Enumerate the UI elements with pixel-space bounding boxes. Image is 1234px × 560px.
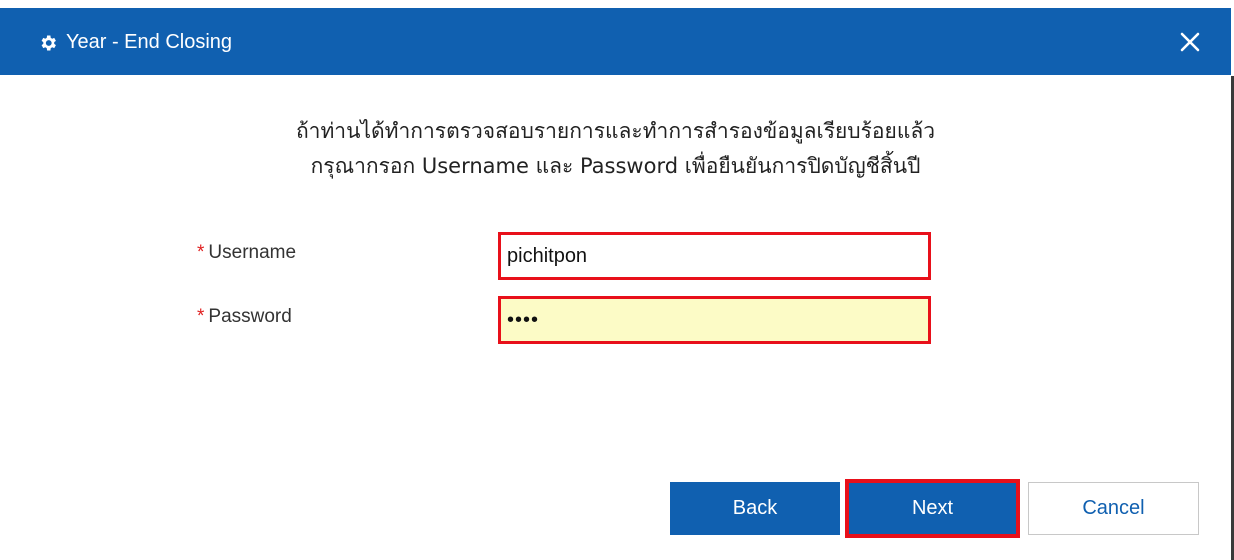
gear-icon [41,35,56,51]
next-button[interactable]: Next [845,479,1020,538]
password-label-text: Password [208,306,292,327]
dialog-title: Year - End Closing [66,31,233,53]
instruction-text-line1: ถ้าท่านได้ทำการตรวจสอบรายการและทำการสำรอ… [295,119,936,143]
password-input[interactable] [498,296,931,344]
cancel-button[interactable]: Cancel [1028,482,1199,535]
username-label: * Username [197,242,296,264]
password-label: * Password [197,306,292,328]
username-label-text: Username [208,242,297,263]
required-marker: * [197,242,205,263]
close-icon[interactable] [1176,28,1204,56]
required-marker: * [197,306,205,327]
instruction-text-line2: กรุณากรอก Username และ Password เพื่อยืน… [310,154,921,178]
dialog-titlebar: Year - End Closing [0,8,1231,75]
username-input[interactable] [498,232,931,280]
back-button[interactable]: Back [670,482,840,535]
year-end-closing-dialog: Year - End Closing ถ้าท่านได้ทำการตรวจสอ… [0,0,1234,560]
